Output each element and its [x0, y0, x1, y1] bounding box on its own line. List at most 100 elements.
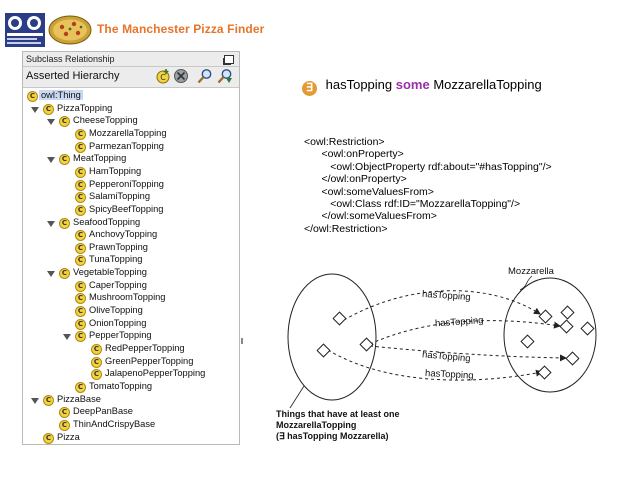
mozzarella-set-ellipse [503, 277, 597, 393]
expression-property: hasTopping [325, 77, 393, 92]
individual-node [520, 334, 535, 349]
tree-node-label: MushroomTopping [89, 292, 166, 303]
hierarchy-view-title: Asserted Hierarchy [26, 70, 120, 82]
class-icon: C [75, 255, 86, 267]
search-icon[interactable] [197, 68, 213, 84]
delete-class-icon[interactable] [173, 68, 189, 84]
expand-triangle-icon[interactable] [31, 106, 39, 113]
class-icon: C [75, 141, 86, 153]
tree-node-label: OliveTopping [89, 305, 143, 316]
expand-triangle-icon[interactable] [31, 397, 39, 404]
tree-node-label: HamTopping [89, 165, 142, 176]
tree-node-label: MozzarellaTopping [89, 127, 167, 138]
tree-node-label: OnionTopping [89, 317, 147, 328]
edge-label: hasTopping [422, 349, 471, 364]
class-icon: C [75, 166, 86, 178]
exists-icon: ∃ [302, 81, 317, 96]
tree-node-label: PepperTopping [89, 330, 152, 341]
tree-node-label: RedPepperTopping [105, 343, 185, 353]
individual-node [537, 365, 552, 380]
edge-label: hasTopping [422, 289, 471, 303]
individual-node [316, 343, 331, 358]
domain-set-ellipse [287, 273, 377, 401]
expand-triangle-icon[interactable] [63, 334, 71, 341]
class-icon: C [43, 103, 54, 115]
class-icon: C [75, 331, 86, 343]
coode-logo [5, 13, 45, 47]
tree-node-label: SeafoodTopping [73, 216, 141, 227]
expand-triangle-icon[interactable] [47, 157, 55, 164]
class-icon: C [59, 419, 70, 431]
expression-keyword: some [395, 77, 430, 92]
class-tree: Cowl:Thing C PizzaTopping C CheeseTopping C Mo… [23, 88, 243, 444]
tree-node-label: DeepPanBase [73, 406, 133, 417]
xml-line: <owl:someValuesFrom> [304, 185, 434, 198]
class-icon: C [43, 394, 54, 406]
tree-node-label: TunaTopping [89, 254, 143, 265]
svg-text:C: C [160, 73, 166, 82]
app-title: The Manchester Pizza Finder [97, 22, 265, 36]
class-icon: C [75, 318, 86, 330]
tree-node-label: PrawnTopping [89, 241, 148, 252]
class-icon: C [91, 369, 102, 381]
scrollbar-handle[interactable] [241, 338, 243, 344]
add-subclass-icon[interactable]: C [155, 68, 171, 84]
individual-node [538, 309, 553, 324]
xml-line: </owl:someValuesFrom> [304, 210, 437, 223]
xml-line: <owl:ObjectProperty rdf:about="#hasToppi… [304, 160, 552, 173]
tree-node-label: CheeseTopping [73, 115, 138, 126]
maximize-icon[interactable] [224, 55, 234, 64]
class-icon: C [75, 293, 86, 305]
expression-filler: MozzarellaTopping [433, 77, 542, 92]
class-icon: C [59, 217, 70, 229]
individual-node [559, 319, 574, 334]
tree-node-label: PizzaTopping [57, 102, 113, 113]
panel-toolbar: Asserted Hierarchy C [23, 67, 239, 88]
class-icon: C [75, 280, 86, 292]
caption-line: (∃ hasTopping Mozzarella) [276, 431, 389, 441]
individual-node [359, 337, 374, 352]
search-highlight-icon[interactable] [217, 68, 233, 84]
individual-node [332, 311, 347, 326]
tree-node-label: CaperTopping [89, 279, 147, 290]
expand-triangle-icon[interactable] [47, 220, 55, 227]
tree-node-label: owl:Thing [39, 90, 83, 100]
class-icon: C [75, 381, 86, 393]
tree-node-label: ThinAndCrispyBase [73, 418, 156, 429]
class-icon: C [91, 356, 102, 368]
xml-line: <owl:onProperty> [304, 148, 404, 161]
panel-title: Subclass Relationship [26, 54, 115, 64]
pizza-icon [48, 15, 92, 45]
individual-node [560, 305, 575, 320]
expand-triangle-icon[interactable] [47, 271, 55, 278]
tree-node-label: VegetableTopping [73, 267, 147, 278]
class-icon: C [91, 344, 102, 355]
xml-line: </owl:Restriction> [304, 222, 388, 235]
tree-node-label: GreenPepperTopping [105, 355, 194, 366]
class-icon: C [75, 204, 86, 216]
class-icon: C [75, 179, 86, 191]
tree-node-label: PepperoniTopping [89, 178, 164, 189]
tree-node-label: SalamiTopping [89, 191, 150, 202]
tree-node-label: MeatTopping [73, 153, 127, 164]
xml-line: <owl:Class rdf:ID="MozzarellaTopping"/> [304, 198, 521, 211]
mozzarella-set-label: Mozzarella [508, 266, 555, 277]
individual-node [565, 351, 580, 366]
owl-xml-snippet: <owl:Restriction> <owl:onProperty> <owl:… [304, 136, 552, 235]
restriction-diagram: Mozzarella hasTopping hasTopping hasTopp… [276, 266, 597, 441]
class-icon: C [75, 306, 86, 318]
class-icon: C [75, 242, 86, 254]
edge-label: hasTopping [435, 315, 484, 329]
tree-node-label: AnchovyTopping [89, 229, 158, 240]
tree-node-label: Pizza [57, 431, 80, 442]
tree-node-label: ParmezanTopping [89, 140, 164, 151]
class-icon: C [43, 432, 54, 444]
xml-line: <owl:Restriction> [304, 136, 385, 148]
caption-leader-line [289, 385, 305, 409]
class-icon: C [59, 268, 70, 280]
tree-node-label: TomatoTopping [89, 380, 153, 391]
xml-line: </owl:onProperty> [304, 173, 407, 186]
tree-node-label: PizzaBase [57, 393, 101, 404]
expand-triangle-icon[interactable] [47, 119, 55, 126]
class-icon: C [59, 116, 70, 128]
